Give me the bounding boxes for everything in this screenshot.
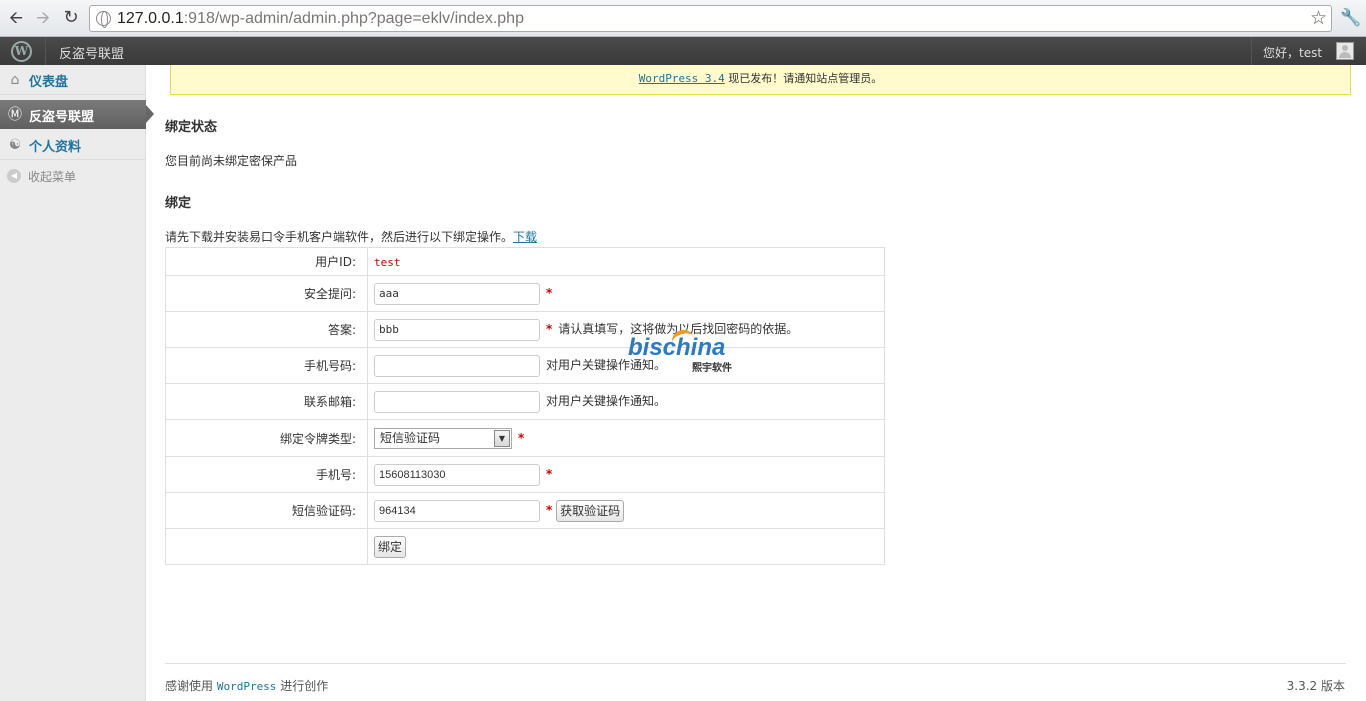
admin-bar-site-name[interactable]: 反盗号联盟 bbox=[59, 43, 124, 62]
sidebar-item-label: 仪表盘 bbox=[29, 75, 69, 90]
forward-arrow-icon[interactable]: 🡪 bbox=[33, 8, 53, 28]
sms-code-input[interactable]: 964134 bbox=[374, 499, 540, 522]
sidebar-collapse-menu[interactable]: ◀ 收起菜单 bbox=[0, 163, 146, 191]
phone-label: 手机号码: bbox=[165, 347, 368, 384]
required-mark: * bbox=[546, 286, 553, 300]
reload-icon[interactable]: ↻ bbox=[61, 8, 81, 28]
required-mark: * bbox=[546, 322, 553, 336]
sidebar-item-antitheft[interactable]: Ⓜ 反盗号联盟 bbox=[0, 100, 154, 129]
table-row: 手机号: 15608113030 * bbox=[165, 456, 885, 493]
wordpress-version-link[interactable]: WordPress 3.4 bbox=[639, 72, 725, 85]
mobile-input[interactable]: 15608113030 bbox=[374, 463, 540, 486]
wordpress-icon: Ⓜ bbox=[8, 107, 22, 123]
admin-sidebar: ⌂ 仪表盘 Ⓜ 反盗号联盟 ☯ 个人资料 ◀ 收起菜单 bbox=[0, 65, 154, 701]
wp-admin-bar: W 反盗号联盟 您好，test bbox=[0, 37, 1366, 65]
avatar[interactable] bbox=[1336, 42, 1354, 60]
bind-intro-text: 请先下载并安装易口令手机客户端软件，然后进行以下绑定操作。 bbox=[165, 230, 514, 244]
sidebar-item-label: 反盗号联盟 bbox=[29, 110, 95, 125]
bind-button[interactable]: 绑定 bbox=[374, 535, 407, 558]
required-mark: * bbox=[546, 503, 553, 517]
table-row: 手机号码: 对用户关键操作通知。 bbox=[165, 347, 885, 384]
footer-version: 3.3.2 版本 bbox=[1286, 679, 1345, 693]
sidebar-item-label: 个人资料 bbox=[29, 140, 82, 155]
user-id-label: 用户ID: bbox=[165, 247, 368, 276]
watermark-brand: bischina bbox=[628, 334, 726, 361]
download-link[interactable]: 下载 bbox=[513, 230, 537, 244]
footer-thanks-suffix: 进行创作 bbox=[276, 679, 329, 693]
email-hint: 对用户关键操作通知。 bbox=[546, 394, 667, 408]
bind-intro: 请先下载并安装易口令手机客户端软件，然后进行以下绑定操作。下载 bbox=[165, 228, 537, 245]
email-field[interactable] bbox=[374, 390, 540, 413]
mobile-label: 手机号: bbox=[165, 456, 368, 493]
home-icon: ⌂ bbox=[10, 72, 20, 88]
token-type-label: 绑定令牌类型: bbox=[165, 419, 368, 457]
bind-heading: 绑定 bbox=[165, 196, 192, 211]
address-bar[interactable]: 127.0.0.1:918/wp-admin/admin.php?page=ek… bbox=[89, 5, 1332, 32]
bind-status-text: 您目前尚未绑定密保产品 bbox=[165, 154, 298, 168]
update-notice: WordPress 3.4 现已发布！请通知站点管理员。 bbox=[170, 65, 1351, 95]
table-row: 联系邮箱: 对用户关键操作通知。 bbox=[165, 383, 885, 420]
watermark-sub: 熙宇软件 bbox=[692, 363, 732, 374]
footer-thanks-prefix: 感谢使用 bbox=[165, 679, 217, 693]
collapse-arrow-icon: ◀ bbox=[7, 169, 21, 183]
sidebar-item-dashboard[interactable]: ⌂ 仪表盘 bbox=[0, 65, 146, 95]
wordpress-logo-icon[interactable]: W bbox=[11, 41, 32, 62]
footer-wordpress-link[interactable]: WordPress bbox=[217, 680, 277, 693]
answer-input[interactable]: bbb bbox=[374, 318, 540, 341]
required-mark: * bbox=[546, 467, 553, 481]
bookmark-star-icon[interactable]: ☆ bbox=[1310, 7, 1327, 29]
table-row: 用户ID: test bbox=[165, 247, 885, 276]
phone-number-input[interactable] bbox=[374, 354, 540, 377]
required-mark: * bbox=[518, 430, 525, 445]
bind-status-heading: 绑定状态 bbox=[165, 120, 218, 135]
back-arrow-icon[interactable]: 🡨 bbox=[6, 8, 26, 28]
table-row: 安全提问: aaa * bbox=[165, 275, 885, 312]
bischina-watermark-logo: bischina 熙宇软件 bbox=[628, 327, 740, 374]
browser-toolbar: 🡨 🡪 ↻ 127.0.0.1:918/wp-admin/admin.php?p… bbox=[0, 0, 1366, 37]
answer-label: 答案: bbox=[165, 311, 368, 348]
footer-thanks: 感谢使用 WordPress 进行创作 bbox=[165, 677, 328, 694]
get-code-button[interactable]: 获取验证码 bbox=[556, 499, 625, 522]
sidebar-item-label: 收起菜单 bbox=[28, 170, 77, 184]
question-label: 安全提问: bbox=[165, 275, 368, 312]
token-type-select[interactable]: 短信验证码 ▼ bbox=[374, 427, 512, 449]
admin-bar-howdy[interactable]: 您好，test bbox=[1263, 44, 1322, 61]
table-row: 绑定令牌类型: 短信验证码 ▼ * bbox=[165, 419, 885, 457]
admin-bar-divider bbox=[45, 37, 46, 65]
sms-code-label: 短信验证码: bbox=[165, 492, 368, 529]
footer-divider bbox=[165, 663, 1346, 664]
sidebar-item-profile[interactable]: ☯ 个人资料 bbox=[0, 130, 146, 160]
admin-bar-divider bbox=[1251, 37, 1252, 65]
token-type-value: 短信验证码 bbox=[380, 430, 441, 445]
url-path: :918/wp-admin/admin.php?page=eklv/index.… bbox=[183, 10, 524, 27]
url-text[interactable]: 127.0.0.1:918/wp-admin/admin.php?page=ek… bbox=[117, 10, 524, 28]
table-row: 绑定 bbox=[165, 528, 885, 565]
user-id-value: test bbox=[374, 255, 401, 269]
chevron-down-icon[interactable]: ▼ bbox=[494, 429, 510, 447]
notice-text: 现已发布！请通知站点管理员。 bbox=[724, 72, 883, 85]
security-question-input[interactable]: aaa bbox=[374, 282, 540, 305]
table-row: 短信验证码: 964134 * 获取验证码 bbox=[165, 492, 885, 529]
email-label: 联系邮箱: bbox=[165, 383, 368, 420]
wrench-icon[interactable]: 🔧 bbox=[1340, 8, 1361, 28]
bind-form-table: 用户ID: test 安全提问: aaa * 答案: bbb * 请认真填写，这将做为… bbox=[165, 247, 885, 565]
url-host: 127.0.0.1 bbox=[117, 10, 184, 27]
globe-icon bbox=[96, 11, 111, 28]
table-row: 答案: bbb * 请认真填写，这将做为以后找回密码的依据。 bbox=[165, 311, 885, 348]
users-icon: ☯ bbox=[8, 137, 22, 153]
